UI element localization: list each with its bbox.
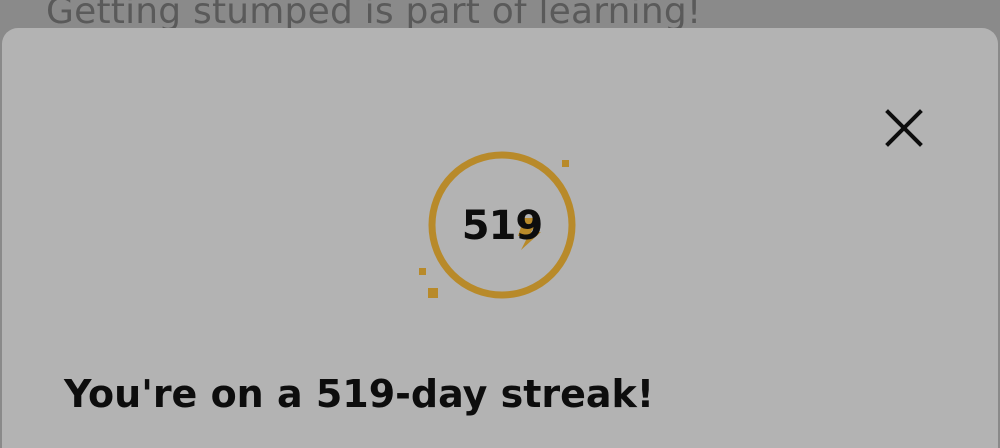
close-icon — [885, 109, 923, 147]
sparkle-square — [428, 288, 438, 298]
streak-count: 519 — [461, 203, 544, 249]
sparkle-square — [562, 160, 569, 167]
close-button[interactable] — [874, 98, 934, 158]
streak-headline: You're on a 519-day streak! — [64, 372, 655, 416]
sparkle-square — [419, 268, 426, 275]
streak-badge: 519 — [410, 150, 590, 310]
